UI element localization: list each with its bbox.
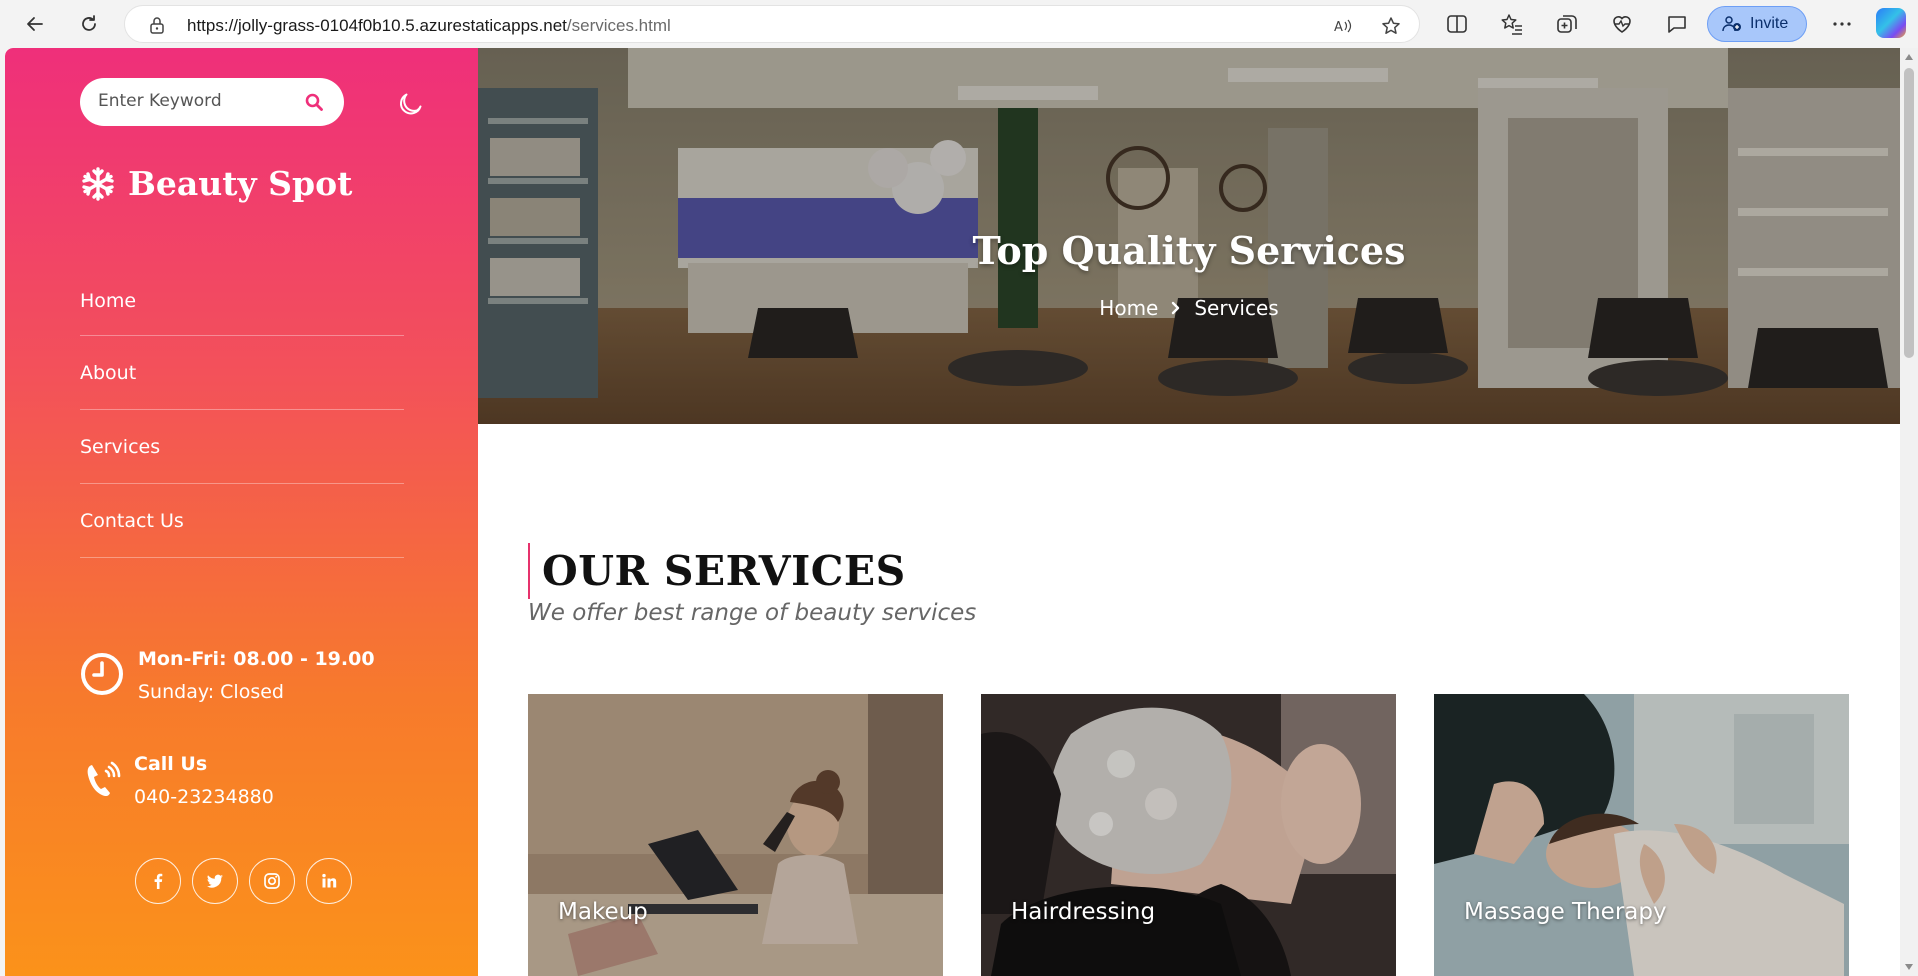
hours-sunday: Sunday: Closed: [138, 681, 284, 703]
hours-weekdays: Mon-Fri: 08.00 - 19.00: [138, 648, 375, 670]
url-host: https://jolly-grass-0104f0b10.5.azuresta…: [187, 16, 567, 35]
massage-photo: [1434, 694, 1849, 976]
scroll-up-icon[interactable]: [1905, 54, 1913, 60]
service-card-makeup[interactable]: Makeup: [528, 694, 943, 976]
facebook-link[interactable]: [135, 858, 181, 904]
menu-item-contact[interactable]: Contact Us: [80, 484, 404, 558]
twitter-icon: [207, 874, 223, 888]
lock-icon: [150, 17, 164, 34]
menu-item-home[interactable]: Home: [80, 280, 404, 336]
back-arrow-icon: [27, 17, 43, 31]
url-path: /services.html: [566, 16, 671, 35]
favorites-icon[interactable]: [1500, 12, 1524, 36]
page-viewport: Beauty Spot Home About Services Contact …: [5, 48, 1900, 976]
sidebar: Beauty Spot Home About Services Contact …: [5, 48, 478, 976]
search-icon[interactable]: [304, 92, 324, 112]
instagram-link[interactable]: [249, 858, 295, 904]
svg-text:A: A: [1334, 20, 1343, 35]
twitter-link[interactable]: [192, 858, 238, 904]
service-card-hairdressing[interactable]: Hairdressing: [981, 694, 1396, 976]
address-bar[interactable]: https://jolly-grass-0104f0b10.5.azuresta…: [124, 5, 1420, 43]
search-input[interactable]: [98, 91, 288, 111]
hero-banner: Top Quality Services Home Services: [478, 48, 1900, 424]
snowflake-icon: [82, 166, 114, 201]
facebook-icon: [154, 873, 163, 889]
more-options-icon[interactable]: [1830, 12, 1854, 36]
menu-item-label: Services: [80, 435, 161, 458]
collections-icon[interactable]: [1555, 12, 1579, 36]
linkedin-link[interactable]: [306, 858, 352, 904]
section-subtitle: We offer best range of beauty services: [528, 600, 977, 626]
chevron-right-icon: [1172, 301, 1180, 315]
hairdressing-photo: [981, 694, 1396, 976]
split-screen-icon[interactable]: [1445, 12, 1469, 36]
phone-icon: [87, 761, 121, 797]
menu-item-about[interactable]: About: [80, 336, 404, 410]
scroll-down-icon[interactable]: [1905, 964, 1913, 970]
menu-item-services[interactable]: Services: [80, 410, 404, 484]
breadcrumb-home[interactable]: Home: [1099, 296, 1158, 320]
back-button[interactable]: [17, 6, 53, 42]
chat-icon[interactable]: [1665, 12, 1689, 36]
menu-item-label: Home: [80, 290, 137, 312]
invite-button[interactable]: Invite: [1707, 6, 1807, 42]
phone-number[interactable]: 040-23234880: [134, 786, 274, 808]
linkedin-icon: [322, 873, 337, 888]
read-aloud-icon[interactable]: A: [1333, 16, 1353, 36]
opening-hours: Mon-Fri: 08.00 - 19.00 Sunday: Closed: [80, 648, 410, 718]
refresh-icon: [82, 15, 96, 31]
service-card-label: Hairdressing: [1011, 899, 1156, 925]
people-icon: [1722, 16, 1741, 32]
dark-mode-toggle-icon[interactable]: [397, 90, 425, 118]
section-title: OUR SERVICES: [542, 547, 906, 595]
call-us-title: Call Us: [134, 753, 208, 775]
scrollbar-thumb[interactable]: [1904, 68, 1914, 358]
browser-toolbar: https://jolly-grass-0104f0b10.5.azuresta…: [0, 0, 1918, 48]
favorite-star-icon[interactable]: [1381, 16, 1401, 36]
service-card-label: Massage Therapy: [1464, 899, 1667, 925]
service-card-massage[interactable]: Massage Therapy: [1434, 694, 1849, 976]
makeup-photo: [528, 694, 943, 976]
refresh-button[interactable]: [71, 6, 107, 42]
main-menu: Home About Services Contact Us: [80, 280, 404, 558]
page-scrollbar[interactable]: [1900, 48, 1918, 976]
instagram-icon: [264, 873, 280, 889]
menu-item-label: Contact Us: [80, 509, 184, 532]
search-box: [80, 78, 344, 126]
brand-logo[interactable]: Beauty Spot: [80, 164, 352, 203]
call-us: Call Us 040-23234880: [80, 753, 410, 823]
social-links: [135, 858, 352, 904]
health-heart-icon[interactable]: [1610, 12, 1634, 36]
copilot-icon[interactable]: [1876, 8, 1906, 38]
section-heading: OUR SERVICES: [528, 543, 906, 599]
clock-icon: [81, 653, 123, 695]
breadcrumb-current: Services: [1194, 296, 1279, 320]
url-text: https://jolly-grass-0104f0b10.5.azuresta…: [187, 16, 671, 36]
hero-title: Top Quality Services: [972, 228, 1406, 273]
breadcrumb: Home Services: [478, 296, 1900, 320]
invite-label: Invite: [1750, 15, 1789, 32]
service-card-label: Makeup: [558, 899, 648, 925]
menu-item-label: About: [80, 361, 137, 384]
brand-name: Beauty Spot: [128, 164, 353, 203]
